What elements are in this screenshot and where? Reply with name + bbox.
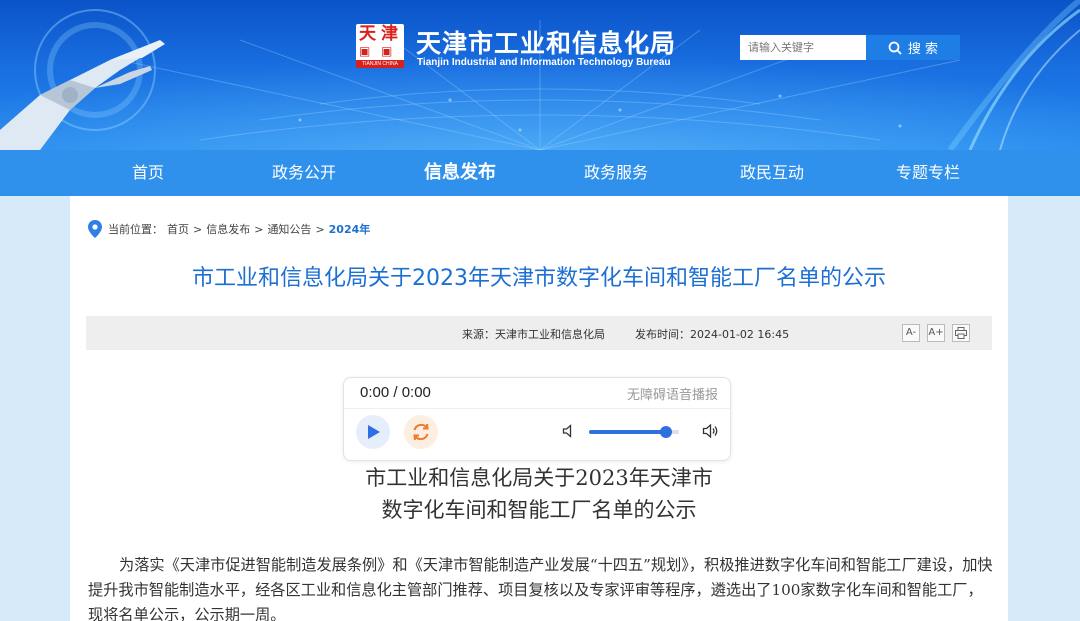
print-icon xyxy=(955,327,967,339)
location-pin-icon xyxy=(88,220,102,238)
article-title: 市工业和信息化局关于2023年天津市数字化车间和智能工厂名单的公示 xyxy=(192,266,886,291)
right-swirl-decoration xyxy=(947,0,1080,150)
breadcrumb-current[interactable]: 2024年 xyxy=(329,221,371,237)
nav-item-government-affairs[interactable]: 政务公开 xyxy=(226,150,382,196)
nav-item-special-topics[interactable]: 专题专栏 xyxy=(850,150,1006,196)
breadcrumb-information-release[interactable]: 信息发布 xyxy=(206,221,250,237)
source-value: 天津市工业和信息化局 xyxy=(495,328,605,341)
replay-button[interactable] xyxy=(404,415,438,449)
logo-char-2: 津 xyxy=(381,24,398,44)
article-meta: 来源：天津市工业和信息化局 发布时间：2024-01-02 16:45 xyxy=(462,326,789,342)
breadcrumb-separator: > xyxy=(254,222,264,236)
play-button[interactable] xyxy=(356,415,390,449)
date-label: 发布时间： xyxy=(635,328,690,341)
breadcrumb-home[interactable]: 首页 xyxy=(167,221,189,237)
breadcrumb: 当前位置： 首页 > 信息发布 > 通知公告 > 2024年 xyxy=(88,220,374,238)
volume-low-icon[interactable] xyxy=(562,424,576,438)
nav-item-government-services[interactable]: 政务服务 xyxy=(538,150,694,196)
print-button[interactable] xyxy=(952,324,970,342)
volume-slider[interactable] xyxy=(589,426,679,438)
nav-item-public-interaction[interactable]: 政民互动 xyxy=(694,150,850,196)
player-divider xyxy=(344,408,730,409)
font-increase-button[interactable]: A+ xyxy=(927,324,945,342)
volume-slider-knob[interactable] xyxy=(659,426,672,438)
replay-icon xyxy=(413,423,429,441)
main-nav: 首页 政务公开 信息发布 政务服务 政民互动 专题专栏 xyxy=(0,150,1080,196)
site-subtitle: Tianjin Industrial and Information Techn… xyxy=(417,57,671,68)
breadcrumb-separator: > xyxy=(193,222,203,236)
audio-player: 0:00 / 0:00 无障碍语音播报 xyxy=(343,377,731,461)
article-meta-bar: 来源：天津市工业和信息化局 发布时间：2024-01-02 16:45 A- A+ xyxy=(86,316,992,350)
site-title: 天津市工业和信息化局 xyxy=(416,29,677,58)
player-time: 0:00 / 0:00 xyxy=(360,384,431,401)
logo-strip-text: TIANJIN CHINA xyxy=(356,60,404,68)
bureau-logo[interactable]: 天 津 ▣ ▣ TIANJIN CHINA xyxy=(356,24,404,68)
volume-slider-fill xyxy=(589,430,666,434)
volume-high-icon[interactable] xyxy=(702,423,720,439)
search-input[interactable] xyxy=(740,35,866,60)
document-title: 市工业和信息化局关于2023年天津市 数字化车间和智能工厂名单的公示 xyxy=(70,462,1008,526)
nav-item-home[interactable]: 首页 xyxy=(70,150,226,196)
article-paragraph: 为落实《天津市促进智能制造发展条例》和《天津市智能制造产业发展“十四五”规划》，… xyxy=(88,556,993,621)
source-label: 来源： xyxy=(462,328,495,341)
breadcrumb-prefix: 当前位置： xyxy=(108,223,163,236)
nav-item-information-release[interactable]: 信息发布 xyxy=(382,150,538,196)
font-decrease-button[interactable]: A- xyxy=(902,324,920,342)
play-icon xyxy=(368,425,380,439)
date-value: 2024-01-02 16:45 xyxy=(690,328,790,341)
breadcrumb-separator: > xyxy=(315,222,325,236)
breadcrumb-notices[interactable]: 通知公告 xyxy=(267,221,311,237)
search-icon xyxy=(888,41,902,55)
robot-hand-illustration xyxy=(0,9,165,150)
document-title-line: 数字化车间和智能工厂名单的公示 xyxy=(381,498,697,522)
document-title-line: 市工业和信息化局关于2023年天津市 xyxy=(365,466,713,490)
site-header: 天 津 ▣ ▣ TIANJIN CHINA 天津市工业和信息化局 Tianjin… xyxy=(0,0,1080,150)
player-label: 无障碍语音播报 xyxy=(626,388,718,403)
logo-char-1: 天 xyxy=(359,24,376,44)
